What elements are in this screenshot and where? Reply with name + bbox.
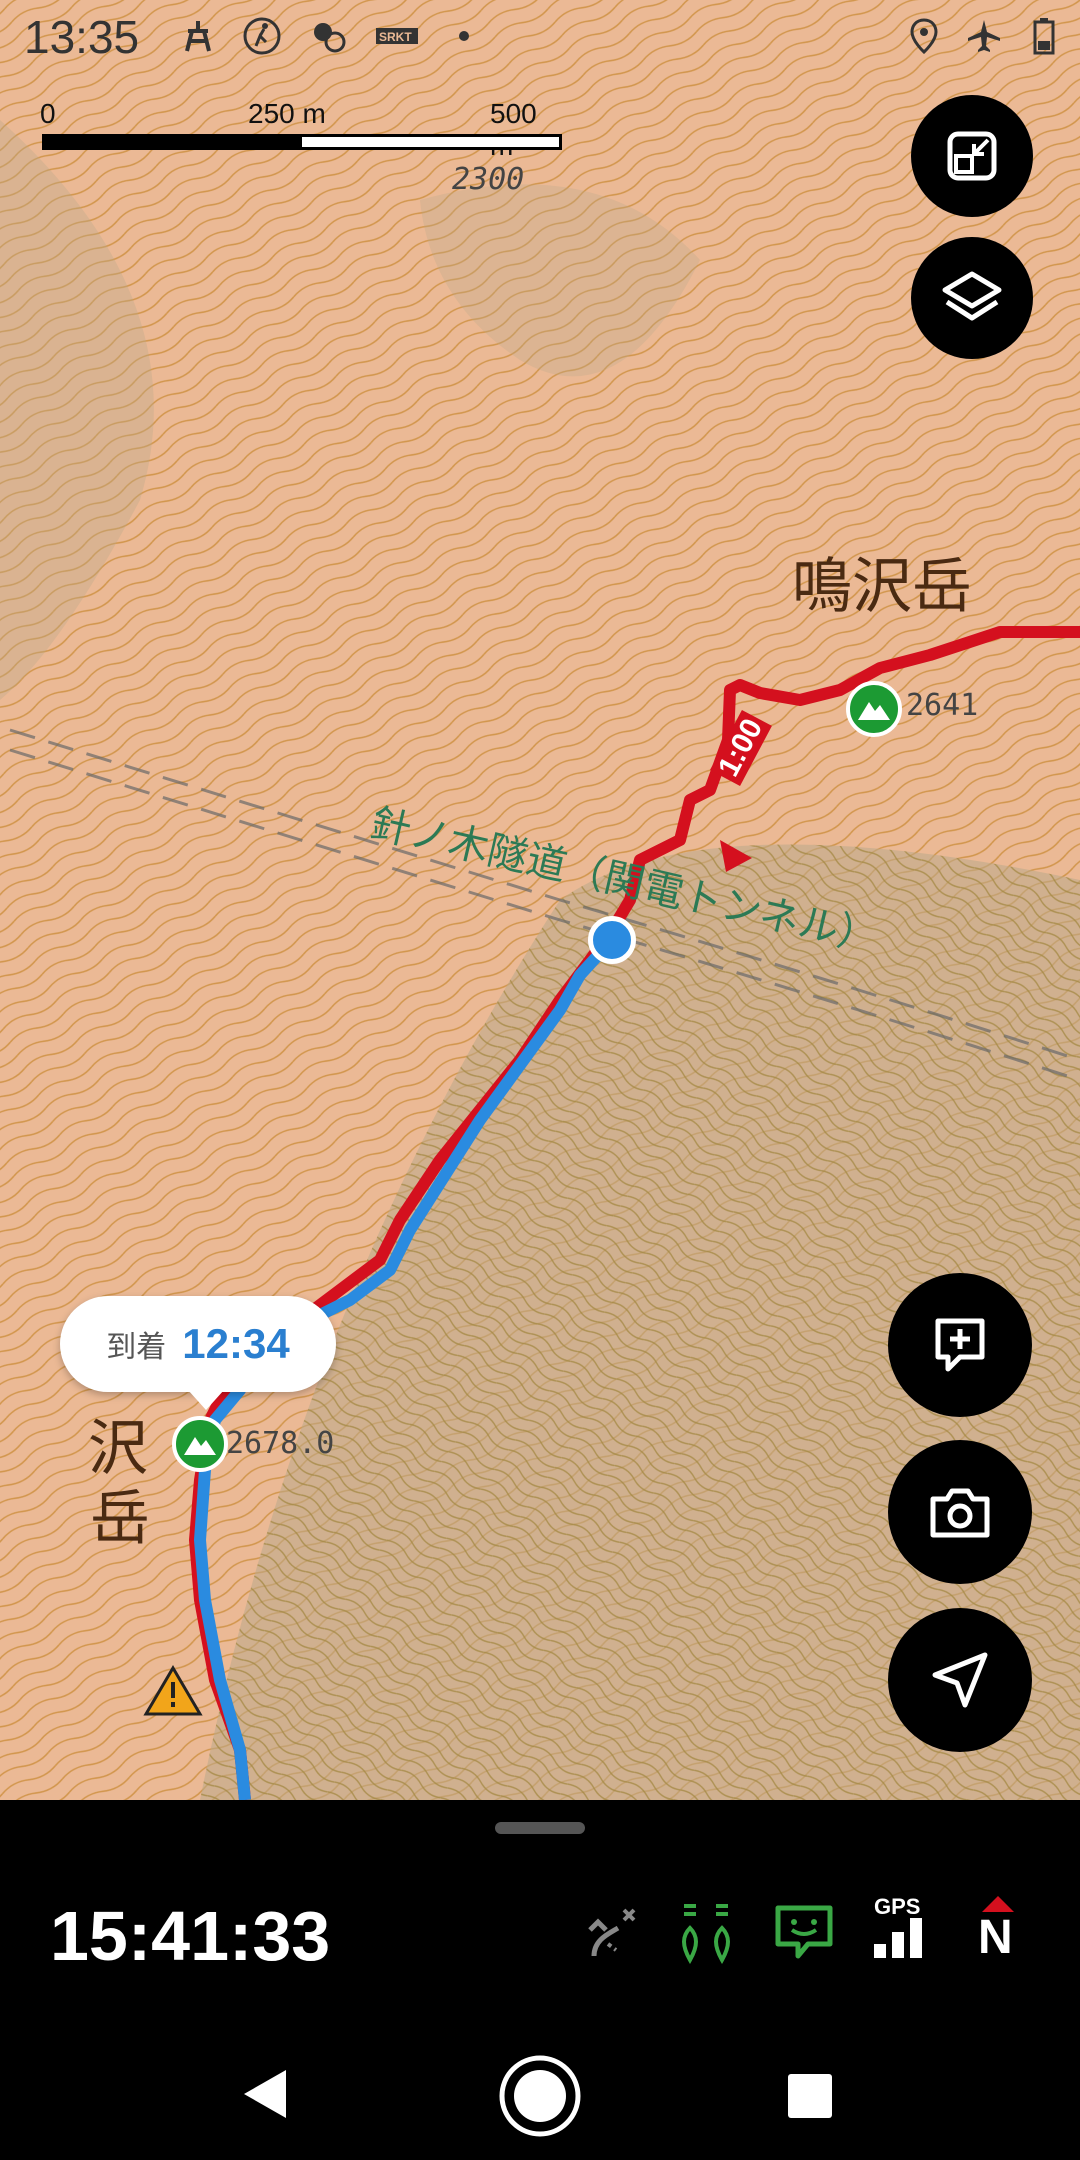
layers-icon [942, 271, 1002, 321]
airplane-icon [962, 14, 1006, 58]
weather-icon [306, 14, 350, 58]
elevation-top: 2641 [906, 688, 979, 723]
status-bar: 13:35 SRKT [0, 0, 1080, 72]
message-icon[interactable] [772, 1900, 836, 1964]
scale-label-mid: 250 m [248, 98, 326, 129]
tower-icon [176, 14, 220, 58]
mountain-icon [858, 702, 890, 720]
add-note-button[interactable] [888, 1273, 1032, 1417]
current-time: 15:41:33 [50, 1897, 331, 1975]
layers-button[interactable] [911, 237, 1033, 359]
dot-icon [442, 14, 486, 58]
svg-text:SRKT: SRKT [379, 30, 412, 44]
arrival-time: 12:34 [182, 1320, 290, 1367]
peak-name-top: 鳴沢岳 [792, 552, 972, 622]
scale-bar-graphic [42, 134, 562, 150]
scale-bar: 0 250 m 500 m [30, 98, 562, 161]
sr-icon: SRKT [374, 14, 420, 58]
bottom-panel[interactable]: 15:41:33 GPS N [0, 1800, 1080, 2030]
camera-icon [930, 1488, 990, 1538]
mountain-icon [184, 1437, 216, 1455]
add-note-icon [935, 1318, 985, 1372]
camera-button[interactable] [888, 1440, 1032, 1584]
compass-north-label: N [978, 1911, 1013, 1964]
summit-marker-top[interactable] [846, 681, 902, 737]
hiking-icon [240, 14, 284, 58]
elevation-left: 2678.0 [226, 1426, 335, 1461]
gps-signal-icon[interactable]: GPS [870, 1894, 930, 1962]
compass-icon[interactable]: N [966, 1896, 1026, 1964]
gps-label: GPS [874, 1894, 921, 1919]
contour-label: 2300 [452, 162, 525, 197]
summit-marker-left[interactable] [172, 1416, 228, 1472]
navigate-button[interactable] [888, 1608, 1032, 1752]
battery-icon [1022, 14, 1066, 58]
arrival-time-bubble[interactable]: 到着 12:34 [60, 1296, 336, 1410]
status-time: 13:35 [24, 11, 140, 63]
home-button[interactable] [498, 2054, 582, 2138]
recents-button[interactable] [786, 2072, 834, 2120]
arrival-label: 到着 [106, 1331, 167, 1364]
peak-name-left-2: 岳 [90, 1484, 150, 1554]
back-button[interactable] [242, 2068, 288, 2120]
route-off-icon[interactable] [578, 1900, 642, 1964]
system-navigation-bar [0, 2030, 1080, 2160]
fullscreen-exit-icon [947, 131, 997, 181]
current-location-marker [588, 916, 636, 964]
scale-label-0: 0 [40, 98, 56, 129]
fullscreen-exit-button[interactable] [911, 95, 1033, 217]
location-icon [902, 14, 946, 58]
scale-label-end: 500 m [490, 98, 537, 161]
companions-icon[interactable] [676, 1900, 740, 1964]
panel-drag-handle[interactable] [495, 1822, 585, 1834]
navigate-icon [932, 1652, 988, 1708]
